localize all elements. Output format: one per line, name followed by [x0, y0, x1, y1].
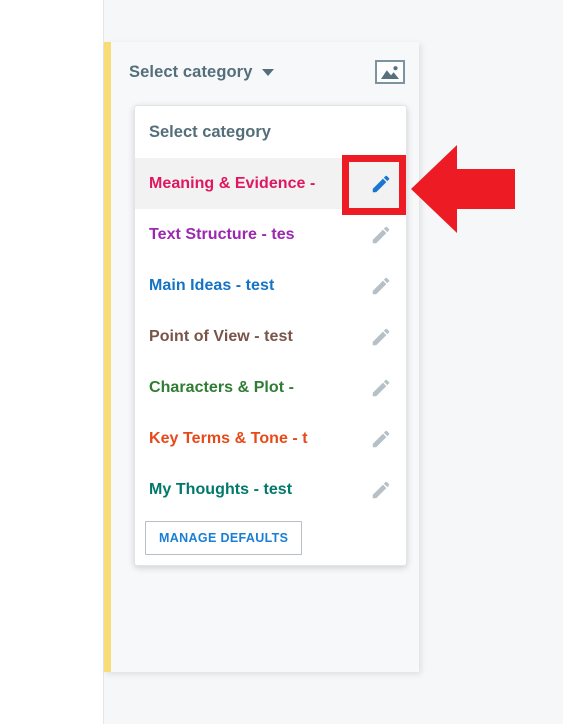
category-row-meaning-and-evidence[interactable]: Meaning & Evidence -: [135, 158, 406, 209]
category-row-characters-and-plot[interactable]: Characters & Plot -: [135, 362, 406, 413]
category-label: Text Structure - tes: [149, 225, 295, 243]
category-label: My Thoughts - test: [149, 480, 293, 498]
category-label: Meaning & Evidence -: [149, 174, 316, 192]
pencil-icon[interactable]: [370, 479, 392, 501]
category-card: Select category Select category Meaning …: [104, 42, 419, 672]
dropdown-heading: Select category: [149, 123, 271, 141]
category-label: Characters & Plot -: [149, 378, 294, 396]
image-placeholder-icon[interactable]: [375, 60, 405, 84]
pencil-icon[interactable]: [370, 326, 392, 348]
pencil-icon[interactable]: [370, 173, 392, 195]
pencil-icon[interactable]: [370, 224, 392, 246]
left-white-gutter: [0, 0, 103, 724]
category-row-text-structure[interactable]: Text Structure - tes: [135, 209, 406, 260]
category-label: Point of View - test: [149, 327, 293, 345]
pencil-icon[interactable]: [370, 428, 392, 450]
category-dropdown-panel: Select category Meaning & Evidence - Tex…: [134, 105, 407, 566]
category-row-point-of-view[interactable]: Point of View - test: [135, 311, 406, 362]
category-row-my-thoughts[interactable]: My Thoughts - test: [135, 464, 406, 515]
category-row-main-ideas[interactable]: Main Ideas - test: [135, 260, 406, 311]
manage-defaults-button[interactable]: MANAGE DEFAULTS: [145, 521, 303, 555]
card-header: Select category: [111, 42, 419, 102]
category-label: Main Ideas - test: [149, 276, 275, 294]
page-title: Select category: [129, 62, 253, 81]
manage-defaults-row: MANAGE DEFAULTS: [135, 515, 406, 559]
chevron-down-icon[interactable]: [262, 68, 275, 76]
pencil-icon[interactable]: [370, 377, 392, 399]
category-label: Key Terms & Tone - t: [149, 429, 308, 447]
pencil-icon[interactable]: [370, 275, 392, 297]
category-row-key-terms-and-tone[interactable]: Key Terms & Tone - t: [135, 413, 406, 464]
